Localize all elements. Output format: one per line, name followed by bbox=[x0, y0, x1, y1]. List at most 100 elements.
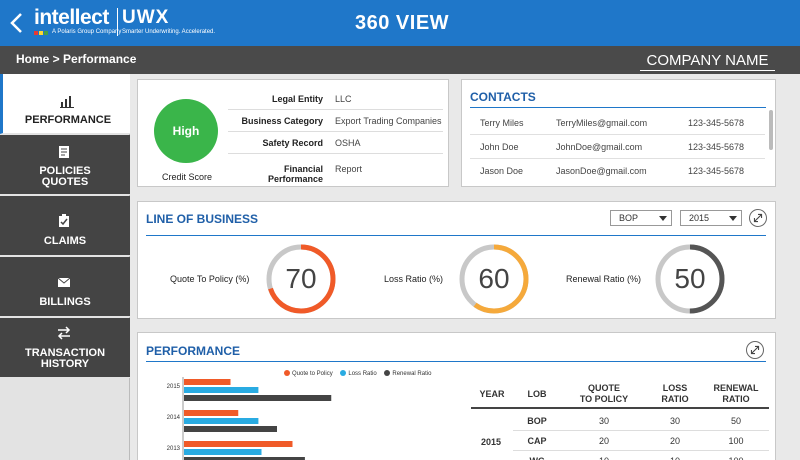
page-title: 360 VIEW bbox=[355, 12, 450, 34]
contacts-card: CONTACTS Terry Miles TerryMiles@gmail.co… bbox=[461, 79, 776, 187]
table-header-quote-to-policy: QUOTE TO POLICY bbox=[579, 383, 629, 404]
sidebar-item-policies-quotes[interactable]: POLICIES QUOTES bbox=[0, 135, 130, 195]
product-logo: UWX bbox=[122, 7, 170, 28]
sidebar-item-transaction-history[interactable]: TRANSACTION HISTORY bbox=[0, 318, 130, 378]
breadcrumb-bar: Home > Performance COMPANY NAME bbox=[0, 46, 800, 74]
brand-logo: intellect bbox=[34, 6, 109, 29]
contact-email[interactable]: TerryMiles@gmail.com bbox=[556, 118, 647, 128]
info-value[interactable]: Report bbox=[335, 164, 362, 174]
app-header: intellect A Polaris Group Company UWX Sm… bbox=[0, 0, 800, 46]
performance-bar-chart: 2015 2014 2013 bbox=[167, 377, 332, 460]
contacts-divider bbox=[470, 107, 766, 108]
table-cell-loss: 10 bbox=[647, 456, 703, 460]
brand-separator bbox=[117, 8, 118, 36]
sidebar-item-performance[interactable]: PERFORMANCE bbox=[0, 74, 130, 134]
contact-email[interactable]: JasonDoe@gmail.com bbox=[556, 166, 647, 176]
gauge-loss-ratio: 60 bbox=[458, 243, 530, 315]
sidebar-item-label: PERFORMANCE bbox=[24, 114, 112, 126]
sidebar: PERFORMANCE POLICIES QUOTES CLAIMS BILLI… bbox=[0, 74, 130, 460]
company-name: COMPANY NAME bbox=[640, 52, 775, 71]
table-header-renewal-ratio: RENEWAL RATIO bbox=[713, 383, 759, 404]
sidebar-item-billings[interactable]: BILLINGS bbox=[0, 257, 130, 317]
table-row: WC 10 10 100 bbox=[513, 451, 769, 460]
envelope-icon bbox=[57, 277, 71, 287]
line-of-business-card: LINE OF BUSINESS BOP 2015 Quote To Polic… bbox=[137, 201, 776, 319]
lob-select[interactable]: BOP bbox=[610, 210, 672, 226]
table-row: CAP 20 20 100 bbox=[513, 431, 769, 451]
chevron-down-icon bbox=[729, 216, 737, 221]
table-row: BOP 30 30 50 bbox=[513, 411, 769, 431]
info-row-business-category: Business Category Export Trading Compani… bbox=[228, 110, 443, 132]
contact-name: Terry Miles bbox=[480, 118, 524, 128]
product-tagline: Smarter Underwriting. Accelerated. bbox=[122, 29, 216, 35]
clipboard-icon bbox=[59, 214, 69, 227]
sidebar-item-label: HISTORY bbox=[40, 358, 90, 370]
chart-bar bbox=[184, 410, 239, 416]
brand-tagline: A Polaris Group Company bbox=[52, 29, 122, 35]
info-row-financial-performance: Financial Performance Report bbox=[228, 158, 443, 184]
chart-bar bbox=[184, 441, 293, 447]
info-value: LLC bbox=[335, 94, 352, 104]
table-cell-renewal: 100 bbox=[703, 456, 769, 460]
chart-bar bbox=[184, 426, 277, 432]
breadcrumb[interactable]: Home > Performance bbox=[16, 52, 136, 66]
gauge-value: 60 bbox=[478, 263, 510, 294]
back-arrow-icon[interactable] bbox=[8, 9, 26, 37]
chart-bar bbox=[184, 379, 231, 385]
info-value: OSHA bbox=[335, 138, 361, 148]
table-header-loss-ratio: LOSS RATIO bbox=[661, 383, 689, 404]
info-key: Business Category bbox=[241, 116, 323, 126]
company-summary-card: High Credit Score Legal Entity LLC Busin… bbox=[137, 79, 449, 187]
table-cell-lob: BOP bbox=[527, 416, 547, 426]
table-cell-lob: CAP bbox=[527, 436, 547, 446]
info-key: Financial Performance bbox=[267, 164, 323, 184]
lob-divider bbox=[146, 235, 766, 236]
table-cell-quote: 10 bbox=[561, 456, 647, 460]
chart-bar bbox=[184, 387, 259, 393]
chart-bar bbox=[184, 418, 259, 424]
sidebar-item-claims[interactable]: CLAIMS bbox=[0, 196, 130, 256]
sidebar-item-label: BILLINGS bbox=[39, 296, 91, 308]
year-select[interactable]: 2015 bbox=[680, 210, 742, 226]
contact-name: Jason Doe bbox=[480, 166, 524, 176]
table-header-lob: LOB bbox=[527, 389, 547, 399]
chevron-down-icon bbox=[659, 216, 667, 221]
contacts-scrollbar[interactable] bbox=[769, 110, 773, 150]
contact-row[interactable]: John Doe JohnDoe@gmail.com 123-345-5678 bbox=[470, 135, 765, 159]
table-cell-renewal: 100 bbox=[728, 436, 744, 446]
year-select-value: 2015 bbox=[689, 213, 710, 223]
table-cell-quote: 30 bbox=[598, 416, 609, 426]
contacts-title: CONTACTS bbox=[470, 90, 536, 104]
expand-icon[interactable] bbox=[749, 209, 767, 227]
contact-row[interactable]: Jason Doe JasonDoe@gmail.com 123-345-567… bbox=[470, 159, 765, 183]
contact-phone: 123-345-5678 bbox=[688, 142, 745, 152]
gauge-label-loss-ratio: Loss Ratio (%) bbox=[384, 274, 444, 284]
chart-category-label: 2014 bbox=[167, 415, 181, 421]
gauge-label-quote-to-policy: Quote To Policy (%) bbox=[170, 274, 250, 284]
info-row-safety-record: Safety Record OSHA bbox=[228, 132, 443, 154]
chart-legend: Quote to Policy Loss Ratio Renewal Ratio bbox=[278, 370, 431, 377]
legend-swatch bbox=[384, 370, 391, 376]
info-value: Export Trading Companies bbox=[335, 116, 442, 126]
contact-email[interactable]: JohnDoe@gmail.com bbox=[556, 142, 642, 152]
expand-icon[interactable] bbox=[746, 341, 764, 359]
transfer-arrows-icon bbox=[57, 326, 71, 340]
table-cell-loss: 30 bbox=[669, 416, 680, 426]
bar-chart-icon bbox=[60, 96, 74, 108]
table-header: YEAR LOB QUOTE TO POLICY LOSS RATIO RENE… bbox=[471, 381, 769, 409]
gauge-quote-to-policy: 70 bbox=[265, 243, 337, 315]
contact-name: John Doe bbox=[480, 142, 519, 152]
gauge-value: 50 bbox=[674, 263, 706, 294]
gauge-renewal-ratio: 50 bbox=[654, 243, 726, 315]
brand-dots-icon bbox=[34, 31, 48, 35]
sidebar-item-label: QUOTES bbox=[41, 176, 89, 188]
contact-row[interactable]: Terry Miles TerryMiles@gmail.com 123-345… bbox=[470, 111, 765, 135]
legend-swatch bbox=[284, 370, 290, 376]
table-cell-renewal: 50 bbox=[730, 416, 741, 426]
info-key: Safety Record bbox=[262, 138, 323, 148]
chart-bar bbox=[184, 449, 262, 455]
contact-phone: 123-345-5678 bbox=[688, 166, 745, 176]
performance-divider bbox=[146, 361, 766, 362]
credit-score-badge: High bbox=[154, 99, 218, 163]
document-icon bbox=[59, 146, 69, 158]
